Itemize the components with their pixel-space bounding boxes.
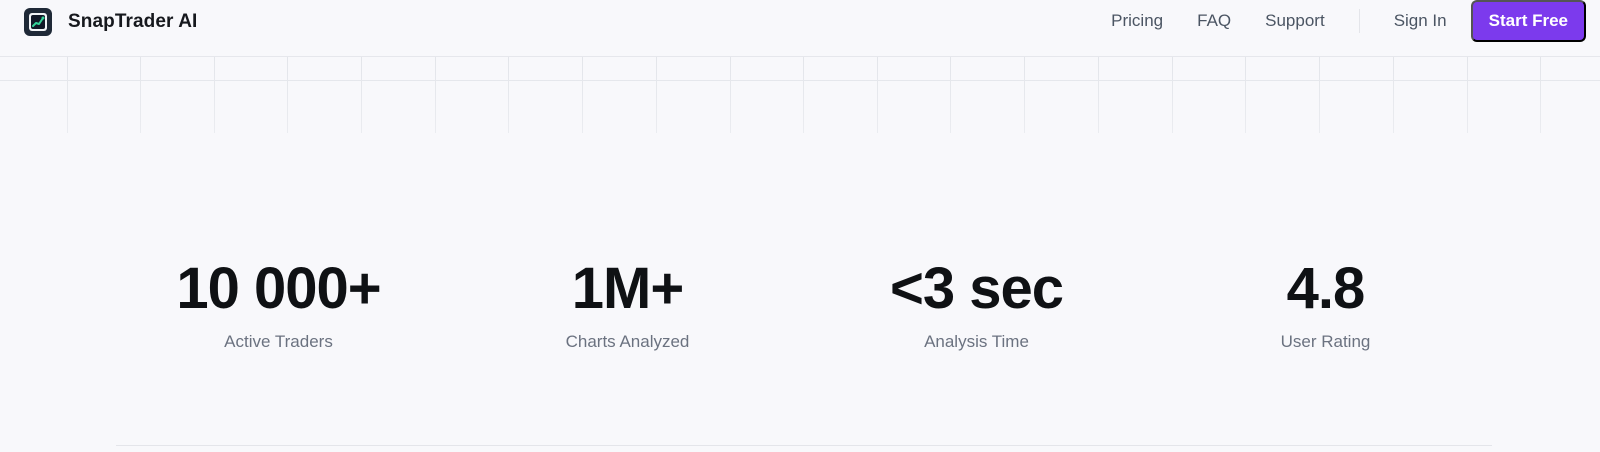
stat-user-rating: 4.8 User Rating xyxy=(1176,258,1476,358)
stats-section: 10 000+ Active Traders 1M+ Charts Analyz… xyxy=(104,258,1500,358)
primary-nav: Pricing FAQ Support Sign In Start Free xyxy=(1111,0,1586,42)
section-divider xyxy=(116,445,1492,446)
stat-analysis-time: <3 sec Analysis Time xyxy=(827,258,1127,358)
decorative-grid-band xyxy=(0,57,1600,133)
stat-label: Active Traders xyxy=(224,332,333,351)
sign-in-link[interactable]: Sign In xyxy=(1394,11,1447,31)
stat-value: 10 000+ xyxy=(176,256,381,321)
grid-pattern xyxy=(0,57,1600,133)
stat-charts-analyzed: 1M+ Charts Analyzed xyxy=(478,258,778,358)
stat-label: User Rating xyxy=(1280,332,1371,351)
nav-divider xyxy=(1358,9,1360,33)
start-free-button[interactable]: Start Free xyxy=(1470,0,1586,42)
nav-pricing[interactable]: Pricing xyxy=(1111,11,1163,31)
stat-value: 4.8 xyxy=(1286,256,1366,321)
brand-link[interactable]: SnapTrader AI xyxy=(24,6,197,38)
nav-faq[interactable]: FAQ xyxy=(1197,11,1231,31)
top-navigation-bar: SnapTrader AI Pricing FAQ Support Sign I… xyxy=(0,0,1600,57)
chart-logo-icon xyxy=(24,8,52,36)
stat-value: <3 sec xyxy=(889,256,1064,321)
stat-value: 1M+ xyxy=(571,256,684,321)
stat-label: Charts Analyzed xyxy=(565,332,690,351)
stat-label: Analysis Time xyxy=(924,332,1029,351)
stat-active-traders: 10 000+ Active Traders xyxy=(129,258,429,358)
nav-support[interactable]: Support xyxy=(1265,11,1325,31)
brand-name: SnapTrader AI xyxy=(68,11,198,32)
